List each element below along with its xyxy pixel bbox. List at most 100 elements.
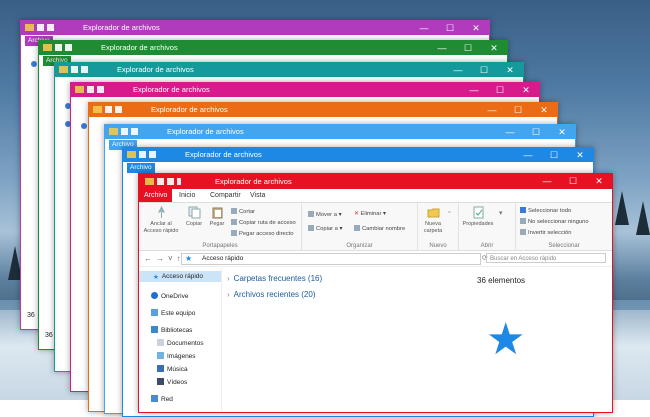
rename-button[interactable]: Cambiar nombre [354, 225, 405, 232]
close-button[interactable]: ✕ [586, 174, 612, 188]
select-all-button[interactable]: Seleccionar todo [520, 207, 571, 214]
maximize-button[interactable]: ☐ [455, 41, 481, 55]
window-title: Explorador de archivos [185, 150, 262, 159]
quick-access-toolbar[interactable] [145, 178, 181, 185]
properties-icon[interactable] [87, 86, 94, 93]
minimize-button[interactable]: — [534, 174, 560, 188]
minimize-button[interactable]: — [497, 125, 523, 139]
new-item-icon[interactable]: ▫ [448, 209, 450, 216]
sidebar-item-pictures[interactable]: Imágenes [157, 352, 196, 360]
title-bar[interactable]: Explorador de archivos — ☐ ✕ [39, 41, 507, 55]
group-frequent-folders[interactable]: Carpetas frecuentes (16) [227, 274, 323, 283]
sidebar-item-libraries[interactable]: Bibliotecas [151, 326, 192, 334]
rename-icon [354, 225, 360, 231]
paste-button[interactable]: Pegar [207, 206, 227, 228]
shortcut-icon [231, 230, 237, 236]
maximize-button[interactable]: ☐ [471, 63, 497, 77]
select-all-icon [520, 207, 526, 213]
properties-button[interactable]: Propiedades [461, 206, 495, 228]
properties-icon[interactable] [157, 178, 164, 185]
new-folder-icon[interactable] [149, 151, 156, 158]
close-button[interactable]: ✕ [567, 148, 593, 162]
tab-home[interactable]: Inicio [174, 189, 200, 202]
title-bar[interactable]: Explorador de archivos — ☐ ✕ [89, 103, 557, 117]
explorer-window-red[interactable]: Explorador de archivos — ☐ ✕ Archivo Inici… [138, 173, 613, 413]
move-to-button[interactable]: Mover a ▾ [308, 211, 341, 218]
close-button[interactable]: ✕ [531, 103, 557, 117]
new-folder-icon[interactable] [131, 128, 138, 135]
navigation-pane: ★ Acceso rápido OneDrive Este equipo Bibl… [139, 268, 222, 412]
title-bar[interactable]: Explorador de archivos — ☐ ✕ [105, 125, 575, 139]
invert-selection-button[interactable]: Invertir selección [520, 229, 572, 236]
search-input[interactable]: Buscar en Acceso rápido [486, 253, 606, 263]
invert-icon [520, 229, 526, 235]
new-folder-icon[interactable] [65, 44, 72, 51]
file-tab[interactable]: Archivo [127, 163, 155, 173]
maximize-button[interactable]: ☐ [505, 103, 531, 117]
select-none-button[interactable]: No seleccionar ninguno [520, 218, 589, 225]
close-button[interactable]: ✕ [549, 125, 575, 139]
properties-icon[interactable] [139, 151, 146, 158]
group-recent-files[interactable]: Archivos recientes (20) [227, 290, 316, 299]
new-folder-icon[interactable] [97, 86, 104, 93]
properties-icon[interactable] [71, 66, 78, 73]
library-icon [151, 326, 158, 333]
properties-icon[interactable] [55, 44, 62, 51]
navigation-buttons[interactable]: ←→˅↑ [144, 254, 185, 263]
paste-shortcut-button[interactable]: Pegar acceso directo [231, 230, 293, 237]
minimize-button[interactable]: — [461, 83, 487, 97]
new-folder-icon[interactable] [47, 24, 54, 31]
minimize-button[interactable]: — [411, 21, 437, 35]
maximize-button[interactable]: ☐ [437, 21, 463, 35]
quick-access-toolbar[interactable] [25, 24, 54, 31]
sidebar-item-network[interactable]: Red [151, 395, 173, 403]
close-button[interactable]: ✕ [463, 21, 489, 35]
minimize-button[interactable]: — [429, 41, 455, 55]
pin-button[interactable]: Anclar al Acceso rápido [141, 206, 181, 234]
new-folder-icon [427, 208, 439, 218]
minimize-button[interactable]: — [479, 103, 505, 117]
tab-view[interactable]: Vista [245, 189, 270, 202]
new-folder-icon[interactable] [167, 178, 174, 185]
copy-to-button[interactable]: Copiar a ▾ [308, 225, 342, 232]
sidebar-item-onedrive[interactable]: OneDrive [151, 292, 188, 300]
title-bar[interactable]: Explorador de archivos — ☐ ✕ [139, 174, 612, 189]
undo-icon[interactable] [177, 178, 181, 185]
close-button[interactable]: ✕ [481, 41, 507, 55]
maximize-button[interactable]: ☐ [541, 148, 567, 162]
title-bar[interactable]: Explorador de archivos — ☐ ✕ [123, 148, 593, 162]
sidebar-item-videos[interactable]: Vídeos [157, 378, 187, 386]
new-folder-icon[interactable] [115, 106, 122, 113]
new-folder-button[interactable]: Nueva carpeta [420, 206, 446, 234]
tab-share[interactable]: Compartir [205, 189, 246, 202]
maximize-button[interactable]: ☐ [523, 125, 549, 139]
address-bar[interactable]: ★ Acceso rápido [181, 253, 481, 265]
new-folder-icon[interactable] [81, 66, 88, 73]
breadcrumb[interactable]: Acceso rápido [202, 254, 243, 264]
tab-file[interactable]: Archivo [139, 189, 173, 202]
title-bar[interactable]: Explorador de archivos — ☐ ✕ [55, 63, 523, 77]
cut-button[interactable]: Cortar [231, 208, 255, 215]
maximize-button[interactable]: ☐ [487, 83, 513, 97]
sidebar-item-quick-access[interactable]: ★ Acceso rápido [153, 273, 203, 281]
close-button[interactable]: ✕ [497, 63, 523, 77]
minimize-button[interactable]: — [515, 148, 541, 162]
copy-button[interactable]: Copiar [183, 206, 205, 228]
properties-icon[interactable] [37, 24, 44, 31]
title-bar[interactable]: Explorador de archivos — ☐ ✕ [21, 21, 489, 35]
pictures-icon [157, 352, 164, 359]
copy-path-button[interactable]: Copiar ruta de acceso [231, 219, 296, 226]
sidebar-item-this-pc[interactable]: Este equipo [151, 309, 195, 317]
address-row: ←→˅↑ ★ Acceso rápido ⟳ Buscar en Acceso … [139, 251, 612, 267]
properties-icon[interactable] [121, 128, 128, 135]
sidebar-item-documents[interactable]: Documentos [157, 339, 204, 347]
open-icon[interactable]: ▾ [499, 209, 503, 217]
close-button[interactable]: ✕ [513, 83, 539, 97]
properties-icon[interactable] [105, 106, 112, 113]
maximize-button[interactable]: ☐ [560, 174, 586, 188]
delete-button[interactable]: ✕ Eliminar ▾ [354, 211, 386, 217]
group-select: Seleccionar todo No seleccionar ninguno … [516, 203, 612, 250]
title-bar[interactable]: Explorador de archivos — ☐ ✕ [71, 83, 539, 97]
sidebar-item-music[interactable]: Música [157, 365, 188, 373]
minimize-button[interactable]: — [445, 63, 471, 77]
